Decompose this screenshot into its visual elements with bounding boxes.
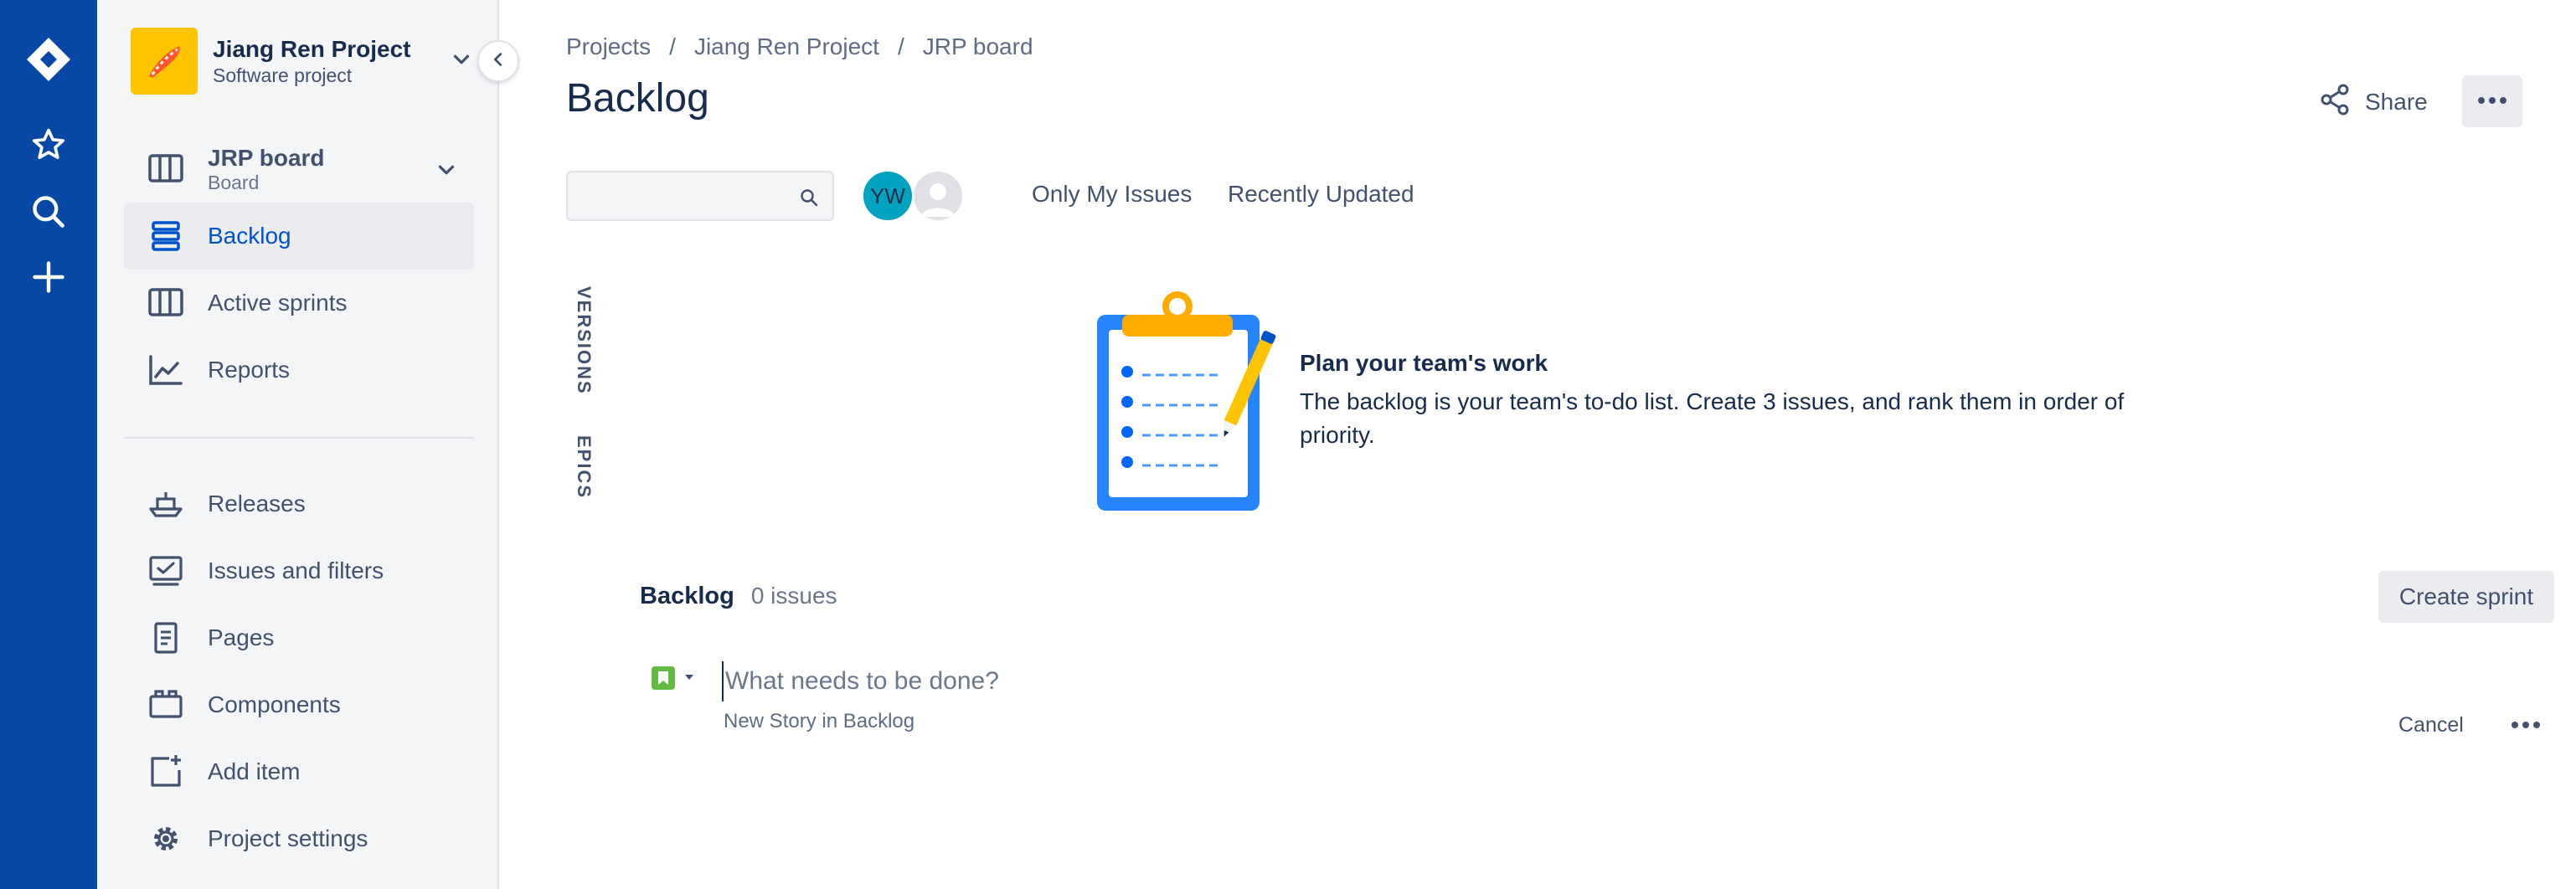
avatar[interactable] — [911, 169, 965, 223]
sidebar-item-label: Active sprints — [208, 290, 348, 316]
add-item-icon — [141, 747, 191, 797]
new-issue-input[interactable] — [722, 661, 1727, 701]
breadcrumb-project[interactable]: Jiang Ren Project — [694, 33, 879, 60]
breadcrumb-separator: / — [669, 33, 676, 59]
chevron-left-icon — [489, 50, 507, 73]
sidebar-item-label: Components — [208, 691, 341, 717]
row-more-button[interactable] — [2507, 713, 2544, 738]
backlog-title: Backlog — [640, 583, 734, 609]
sidebar-item-add-item[interactable]: Add item — [124, 738, 474, 805]
breadcrumb-board[interactable]: JRP board — [923, 33, 1033, 60]
sidebar-item-label: Backlog — [208, 223, 291, 249]
chevron-down-icon[interactable] — [449, 47, 474, 76]
quick-filter-recently-updated[interactable]: Recently Updated — [1228, 181, 1414, 208]
columns-icon — [141, 278, 191, 328]
sidebar-item-label: Add item — [208, 758, 301, 784]
issue-type-selector[interactable] — [652, 666, 695, 690]
story-icon — [652, 666, 675, 690]
backlog-header: Backlog 0 issues — [640, 583, 837, 610]
plus-icon[interactable] — [15, 248, 82, 306]
backlog-icon — [141, 211, 191, 261]
project-avatar — [131, 28, 198, 95]
project-switcher[interactable]: Jiang Ren Project Software project — [131, 27, 474, 95]
gear-icon — [141, 814, 191, 864]
share-icon — [2318, 83, 2352, 122]
more-icon — [2477, 94, 2507, 109]
project-sidebar: Jiang Ren Project Software project JRP b… — [97, 0, 499, 889]
star-icon[interactable] — [15, 116, 82, 174]
board-subtitle: Board — [208, 172, 260, 193]
search-icon[interactable] — [15, 182, 82, 241]
main-content: Projects / Jiang Ren Project / JRP board… — [501, 0, 2576, 889]
share-label: Share — [2365, 89, 2428, 115]
breadcrumb: Projects / Jiang Ren Project / JRP board — [566, 33, 1033, 60]
project-name: Jiang Ren Project — [213, 36, 411, 62]
search-input[interactable] — [568, 172, 832, 219]
jira-logo-icon[interactable] — [15, 30, 82, 89]
more-icon — [2511, 718, 2541, 733]
ship-icon — [141, 479, 191, 529]
avatar[interactable]: YW — [861, 169, 914, 223]
page-icon — [141, 613, 191, 663]
global-nav — [0, 0, 97, 889]
sidebar-item-label: Issues and filters — [208, 558, 384, 583]
board-switcher[interactable]: JRP board Board — [124, 136, 474, 203]
chart-icon — [141, 345, 191, 395]
sidebar-item-project-settings[interactable]: Project settings — [124, 805, 474, 872]
breadcrumb-separator: / — [897, 33, 904, 59]
page-title: Backlog — [566, 76, 709, 121]
sidebar-item-pages[interactable]: Pages — [124, 604, 474, 671]
more-actions-button[interactable] — [2462, 75, 2522, 127]
user-icon — [921, 183, 955, 217]
search-field — [566, 171, 834, 221]
quick-filter-only-my-issues[interactable]: Only My Issues — [1032, 181, 1192, 208]
tab-epics[interactable]: EPICS — [573, 435, 595, 499]
new-issue-hint: New Story in Backlog — [724, 710, 915, 732]
app-root: Jiang Ren Project Software project JRP b… — [0, 0, 2576, 889]
share-button[interactable]: Share — [2310, 77, 2435, 127]
sidebar-item-label: Reports — [208, 357, 291, 383]
search-icon — [799, 188, 819, 212]
breadcrumb-projects[interactable]: Projects — [566, 33, 651, 60]
sidebar-item-label: Pages — [208, 624, 275, 650]
sidebar-item-reports[interactable]: Reports — [124, 337, 474, 403]
sidebar-item-backlog[interactable]: Backlog — [124, 203, 474, 270]
component-icon — [141, 680, 191, 730]
project-type: Software project — [213, 64, 353, 86]
backlog-issue-count: 0 issues — [750, 583, 837, 609]
create-sprint-button[interactable]: Create sprint — [2378, 571, 2554, 623]
caret-down-icon — [683, 671, 695, 686]
sidebar-item-issues-and-filters[interactable]: Issues and filters — [124, 537, 474, 604]
sidebar-item-components[interactable]: Components — [124, 671, 474, 738]
sidebar-collapse-button[interactable] — [477, 40, 519, 82]
sidebar-item-releases[interactable]: Releases — [124, 470, 474, 537]
sidebar-divider — [124, 437, 474, 439]
clipboard-illustration — [1090, 290, 1283, 520]
sidebar-item-label: Project settings — [208, 825, 368, 851]
board-title: JRP board — [208, 145, 325, 171]
sidebar-item-active-sprints[interactable]: Active sprints — [124, 270, 474, 337]
empty-state-title: Plan your team's work — [1300, 350, 1548, 376]
board-icon — [141, 144, 191, 194]
chevron-down-icon[interactable] — [434, 157, 459, 187]
cancel-button[interactable]: Cancel — [2398, 713, 2464, 737]
issues-icon — [141, 546, 191, 596]
sidebar-item-label: Releases — [208, 491, 306, 516]
tab-versions[interactable]: VERSIONS — [573, 286, 595, 395]
empty-state-description: The backlog is your team's to-do list. C… — [1300, 388, 2125, 448]
